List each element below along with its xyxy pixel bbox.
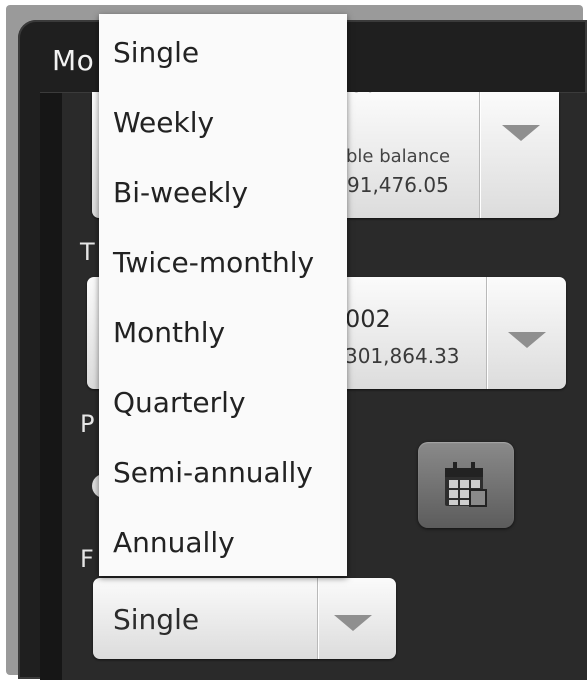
dropdown-option-bi-weekly[interactable]: Bi-weekly bbox=[113, 176, 248, 209]
dialog-title: Mo bbox=[52, 44, 95, 77]
frequency-value: Single bbox=[113, 603, 200, 636]
calendar-button[interactable] bbox=[418, 442, 514, 528]
from-account-balance-label: ble balance bbox=[346, 146, 451, 167]
chevron-down-icon bbox=[334, 615, 372, 631]
dropdown-option-quarterly[interactable]: Quarterly bbox=[113, 386, 246, 419]
dropdown-option-weekly[interactable]: Weekly bbox=[113, 106, 214, 139]
spinner-divider bbox=[486, 277, 488, 389]
calendar-icon bbox=[445, 462, 487, 507]
to-account-name: 002 bbox=[345, 305, 391, 333]
frequency-dropdown-list: Single Weekly Bi-weekly Twice-monthly Mo… bbox=[99, 14, 347, 576]
to-account-label: T bbox=[80, 238, 95, 266]
from-account-balance-value: 91,476.05 bbox=[347, 173, 449, 197]
spinner-divider bbox=[317, 578, 319, 659]
dropdown-option-semi-annually[interactable]: Semi-annually bbox=[113, 456, 313, 489]
dropdown-option-twice-monthly[interactable]: Twice-monthly bbox=[113, 246, 314, 279]
date-label: P bbox=[80, 410, 95, 438]
to-account-balance-value: 301,864.33 bbox=[345, 344, 460, 368]
dropdown-option-annually[interactable]: Annually bbox=[113, 526, 235, 559]
frequency-label: F bbox=[80, 545, 94, 573]
dropdown-option-monthly[interactable]: Monthly bbox=[113, 316, 225, 349]
spinner-divider bbox=[479, 92, 481, 218]
dropdown-option-single[interactable]: Single bbox=[113, 36, 199, 69]
chevron-down-icon bbox=[508, 332, 546, 348]
chevron-down-icon bbox=[502, 125, 540, 141]
